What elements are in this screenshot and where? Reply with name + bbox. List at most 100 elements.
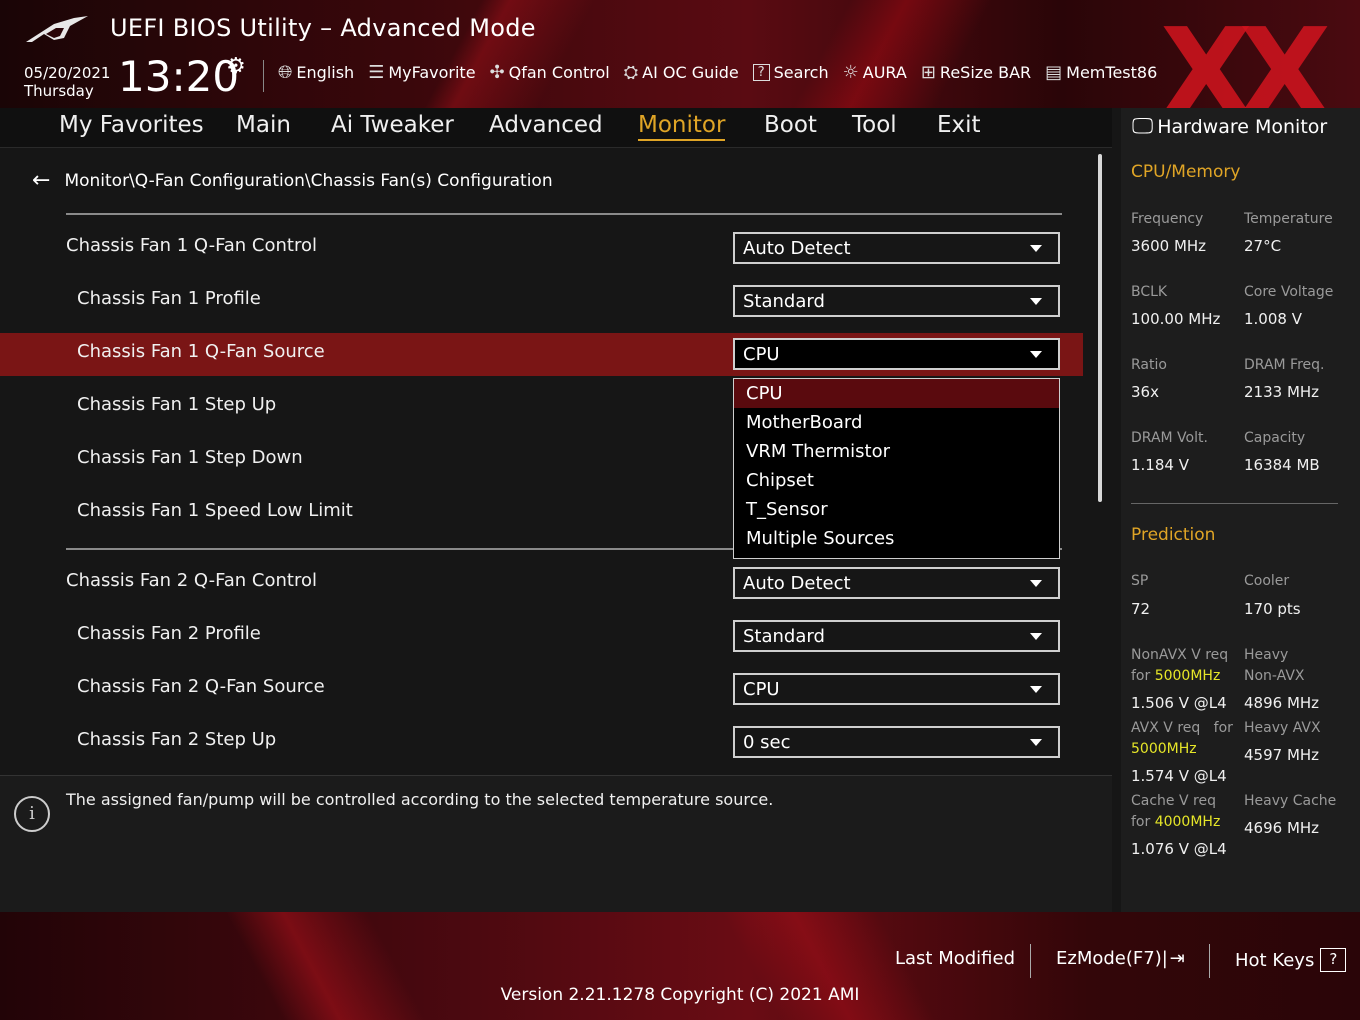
monitor-icon: 🖵︎ [1132, 114, 1154, 139]
hw-label: Heavy AVX [1244, 720, 1321, 736]
select-value: Auto Detect [743, 237, 851, 259]
select-value: Standard [743, 625, 825, 647]
hw-value: 27°C [1244, 237, 1282, 255]
dropdown-option-motherboard[interactable]: MotherBoard [734, 408, 1059, 437]
qfan-source-dropdown: CPU MotherBoard VRM Thermistor Chipset T… [733, 378, 1060, 559]
setting-label[interactable]: Chassis Fan 1 Step Down [77, 447, 303, 468]
hw-value: 1.008 V [1244, 310, 1302, 328]
aura-light-icon: ☼ [842, 62, 859, 83]
hw-label-for: for [1213, 720, 1233, 736]
search-help-icon: ? [752, 64, 770, 81]
toolbar-qfan-button[interactable]: ✣ Qfan Control [490, 62, 610, 83]
fan1-qfan-control-select[interactable]: Auto Detect [733, 232, 1060, 264]
dropdown-option-multiple-sources[interactable]: Multiple Sources [734, 524, 1059, 553]
hw-label: NonAVX V req [1131, 647, 1229, 663]
toolbar-memtest-label: MemTest86 [1066, 63, 1158, 82]
hw-freq-highlight: 5000MHz [1154, 668, 1221, 684]
clock-settings-gear-icon[interactable]: ⚙ [226, 54, 246, 79]
hw-label: for 5000MHz [1131, 666, 1220, 687]
ezmode-button[interactable]: EzMode(F7)| ⇥ [1056, 948, 1185, 969]
version-text: Version 2.21.1278 Copyright (C) 2021 AMI [500, 985, 860, 1005]
tab-tool[interactable]: Tool [852, 112, 897, 138]
hw-value: 72 [1131, 600, 1151, 618]
ezmode-label: EzMode(F7)| [1056, 948, 1168, 969]
chevron-down-icon [1030, 350, 1042, 358]
select-value: 0 sec [743, 731, 791, 753]
setting-label: Chassis Fan 2 Profile [77, 623, 261, 644]
dropdown-option-chipset[interactable]: Chipset [734, 466, 1059, 495]
tab-main[interactable]: Main [236, 112, 291, 138]
hw-label: Frequency [1131, 211, 1204, 227]
breadcrumb: ← Monitor\Q-Fan Configuration\Chassis Fa… [32, 168, 553, 193]
toolbar-aura-button[interactable]: ☼ AURA [843, 62, 907, 83]
tab-exit[interactable]: Exit [937, 112, 981, 138]
globe-icon: 🌐︎ [278, 62, 293, 83]
toolbar-english-button[interactable]: 🌐︎ English [278, 62, 354, 83]
hw-label: Ratio [1131, 357, 1167, 373]
toolbar-resize-bar-button[interactable]: ⊞ ReSize BAR [921, 62, 1031, 83]
hw-value: 4696 MHz [1244, 819, 1320, 837]
tab-ai-tweaker[interactable]: Ai Tweaker [331, 112, 454, 138]
settings-scrollbar[interactable] [1098, 154, 1102, 502]
hw-freq-highlight: 4000MHz [1154, 814, 1221, 830]
hotkeys-button[interactable]: Hot Keys ? [1235, 948, 1347, 972]
last-modified-button[interactable]: Last Modified [895, 948, 1015, 969]
hw-value: 3600 MHz [1131, 237, 1207, 255]
hw-label: BCLK [1131, 284, 1168, 300]
hw-value: 170 pts [1244, 600, 1301, 618]
select-value: CPU [743, 343, 780, 365]
setting-label: Chassis Fan 2 Q-Fan Source [77, 676, 325, 697]
breadcrumb-path: Monitor\Q-Fan Configuration\Chassis Fan(… [64, 170, 553, 191]
hw-value: 16384 MB [1244, 456, 1320, 474]
toolbar-resize-bar-label: ReSize BAR [939, 63, 1032, 82]
select-value: Auto Detect [743, 572, 851, 594]
setting-label[interactable]: Chassis Fan 1 Step Up [77, 394, 276, 415]
fan2-profile-select[interactable]: Standard [733, 620, 1060, 652]
toolbar-memtest-button[interactable]: ▤ MemTest86 [1045, 62, 1157, 83]
toolbar-myfavorite-label: MyFavorite [388, 63, 476, 82]
back-arrow-icon[interactable]: ← [32, 168, 50, 193]
toolbar-ai-oc-guide-label: AI OC Guide [642, 63, 739, 82]
hw-label: Core Voltage [1244, 284, 1334, 300]
dropdown-option-t-sensor[interactable]: T_Sensor [734, 495, 1059, 524]
toolbar-myfavorite-button[interactable]: ☰ MyFavorite [368, 62, 475, 83]
tab-monitor[interactable]: Monitor [638, 112, 726, 141]
help-key-icon: ? [1320, 948, 1347, 972]
dropdown-option-cpu[interactable]: CPU [734, 379, 1059, 408]
fan1-profile-select[interactable]: Standard [733, 285, 1060, 317]
hw-value: 4896 MHz [1244, 694, 1320, 712]
chevron-down-icon [1030, 738, 1042, 746]
fan2-qfan-control-select[interactable]: Auto Detect [733, 567, 1060, 599]
hw-label: DRAM Volt. [1131, 430, 1208, 446]
tab-my-favorites[interactable]: My Favorites [59, 112, 204, 138]
tab-boot[interactable]: Boot [764, 112, 817, 138]
toolbar-search-button[interactable]: ? Search [752, 62, 829, 83]
hw-label-for: for [1131, 814, 1151, 830]
resize-bar-icon: ⊞ [920, 62, 936, 83]
favorite-list-icon: ☰ [368, 62, 385, 83]
setting-label: Chassis Fan 2 Step Up [77, 729, 277, 750]
fan2-qfan-source-select[interactable]: CPU [733, 673, 1060, 705]
chevron-down-icon [1030, 579, 1042, 587]
clock-display: 13:20 [118, 52, 240, 101]
hw-label: Non-AVX [1244, 668, 1305, 684]
section-divider [66, 213, 1062, 215]
chevron-down-icon [1030, 297, 1042, 305]
hw-label: Capacity [1244, 430, 1306, 446]
fan1-qfan-source-select[interactable]: CPU [733, 338, 1060, 370]
hw-label: Heavy Cache [1244, 793, 1337, 809]
toolbar-aura-label: AURA [862, 63, 907, 82]
hw-freq-highlight: 5000MHz [1131, 741, 1197, 757]
hw-value: 1.574 V @L4 [1131, 767, 1227, 785]
toolbar: 🌐︎ English ☰ MyFavorite ✣ Qfan Control ⛭… [278, 62, 1171, 83]
dropdown-option-vrm-thermistor[interactable]: VRM Thermistor [734, 437, 1059, 466]
hotkeys-label: Hot Keys [1235, 949, 1315, 971]
cpu-memory-section-title: CPU/Memory [1131, 162, 1241, 182]
fan2-step-up-select[interactable]: 0 sec [733, 726, 1060, 758]
date-text: 05/20/2021 [24, 64, 111, 82]
select-value: Standard [743, 290, 825, 312]
setting-label[interactable]: Chassis Fan 1 Speed Low Limit [77, 500, 353, 521]
tab-advanced[interactable]: Advanced [489, 112, 603, 138]
fan-icon: ✣ [489, 62, 505, 83]
toolbar-ai-oc-guide-button[interactable]: ⛭ AI OC Guide [624, 62, 739, 83]
